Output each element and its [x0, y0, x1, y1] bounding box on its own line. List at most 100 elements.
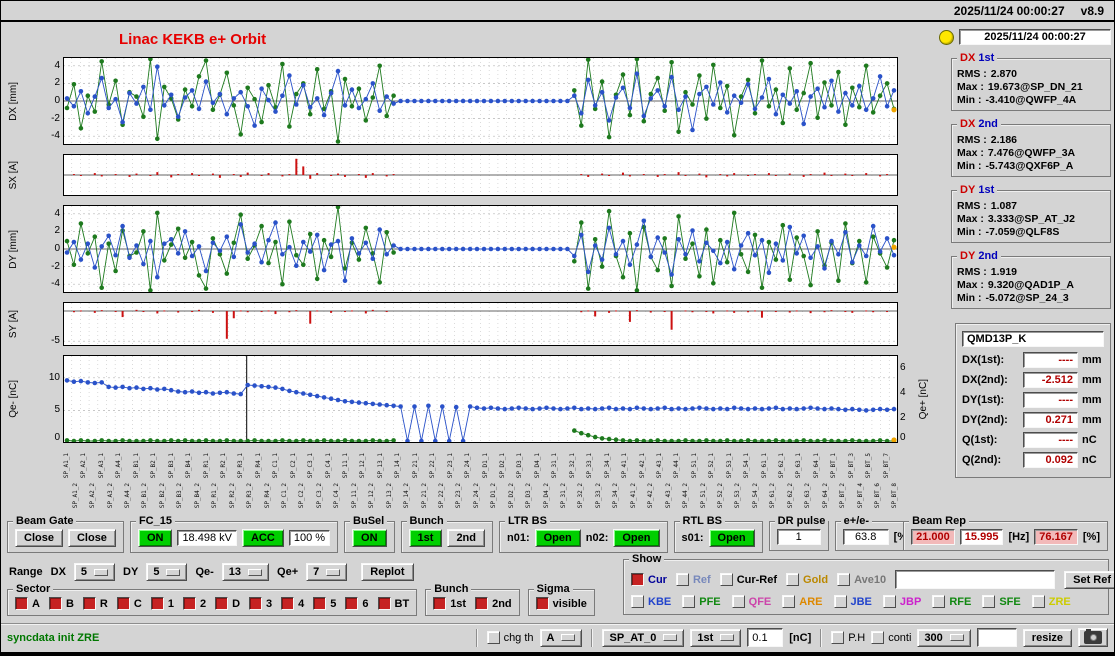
- replot-button[interactable]: Replot: [361, 563, 414, 581]
- toggle-box[interactable]: [731, 595, 745, 608]
- busel-on-button[interactable]: ON: [352, 529, 387, 547]
- toggle-b[interactable]: B: [48, 597, 74, 610]
- toggle-gold[interactable]: Gold: [786, 573, 828, 586]
- threshold-input[interactable]: [747, 628, 784, 647]
- toggle-jbe[interactable]: JBE: [833, 595, 872, 608]
- beam-gate-close-button-2[interactable]: Close: [67, 529, 116, 547]
- bunch-1st-button[interactable]: 1st: [408, 529, 443, 547]
- toggle-box[interactable]: [871, 631, 885, 644]
- toggle-kbe[interactable]: KBE: [631, 595, 671, 608]
- toggle-c[interactable]: C: [116, 597, 142, 610]
- toggle-box[interactable]: [882, 595, 896, 608]
- toggle-1st[interactable]: 1st: [433, 597, 466, 610]
- toggle-2[interactable]: 2: [182, 597, 206, 610]
- bpm-label: SP_22_1: [429, 453, 437, 479]
- toggle-box[interactable]: [1031, 595, 1045, 608]
- option-menu-glyph: [326, 568, 341, 576]
- toggle-box[interactable]: [631, 595, 644, 608]
- toggle-box[interactable]: [719, 573, 733, 586]
- beam-gate-close-button-1[interactable]: Close: [15, 529, 63, 547]
- toggle-zre[interactable]: ZRE: [1031, 595, 1071, 608]
- toggle-box[interactable]: [675, 573, 689, 586]
- toggle-3[interactable]: 3: [249, 597, 272, 610]
- screenshot-button[interactable]: [1078, 628, 1108, 647]
- toggle-box[interactable]: [833, 595, 847, 608]
- toggle-are[interactable]: ARE: [782, 595, 823, 608]
- toggle-box[interactable]: [281, 597, 295, 610]
- toggle-r[interactable]: R: [82, 597, 108, 610]
- toggle-box[interactable]: [116, 597, 130, 610]
- device-select[interactable]: SP_AT_0: [602, 628, 685, 647]
- mode-select[interactable]: A: [539, 628, 583, 647]
- toggle-d[interactable]: D: [215, 597, 240, 610]
- conti-toggle[interactable]: conti: [871, 631, 911, 644]
- toggle-box[interactable]: [215, 597, 229, 610]
- toggle-box[interactable]: [345, 597, 359, 610]
- dr-pulse-field[interactable]: 1: [776, 529, 821, 545]
- set-ref-button[interactable]: Set Ref: [1064, 570, 1114, 589]
- toggle-cur[interactable]: Cur: [631, 573, 667, 586]
- toggle-box[interactable]: [535, 597, 549, 610]
- toggle-box[interactable]: [782, 595, 796, 608]
- stat-group-dx-2nd: DX 2nd RMS :2.186 Max :7.476@QWFP_3A Min :-…: [951, 118, 1111, 177]
- toggle-5[interactable]: 5: [313, 597, 336, 610]
- fc15-acc-button[interactable]: ACC: [241, 529, 284, 547]
- toggle-box[interactable]: [150, 597, 164, 610]
- toggle-box[interactable]: [631, 573, 644, 586]
- monitor-name-field[interactable]: QMD13P_K: [962, 331, 1104, 347]
- toggle-box[interactable]: [82, 597, 96, 610]
- toggle-ave10[interactable]: Ave10: [837, 573, 886, 586]
- option-menu-glyph: [561, 634, 576, 641]
- toggle-visible[interactable]: visible: [535, 597, 587, 610]
- toggle-pfe[interactable]: PFE: [682, 595, 721, 608]
- toggle-box[interactable]: [932, 595, 946, 608]
- toggle-rfe[interactable]: RFE: [932, 595, 971, 608]
- count-select[interactable]: 300: [917, 628, 971, 647]
- toggle-box[interactable]: [15, 597, 28, 610]
- toggle-6[interactable]: 6: [345, 597, 369, 610]
- toggle-box[interactable]: [682, 595, 696, 608]
- range-qep-select[interactable]: 7: [306, 563, 348, 581]
- toggle-box[interactable]: [475, 597, 489, 610]
- toggle-box[interactable]: [837, 573, 851, 586]
- set-ref-input[interactable]: [895, 570, 1056, 589]
- range-dy-select[interactable]: 5: [146, 563, 188, 581]
- bpm-label: SP_D3_2: [525, 483, 533, 509]
- ph-toggle[interactable]: P.H: [831, 631, 865, 644]
- chg-th-toggle[interactable]: chg th: [486, 631, 534, 644]
- toggle-cur-ref[interactable]: Cur-Ref: [719, 573, 777, 586]
- range-dx-select[interactable]: 5: [73, 563, 116, 581]
- bunch-select[interactable]: 1st: [690, 628, 742, 647]
- toggle-box[interactable]: [377, 597, 391, 610]
- ltr-n01-open-button[interactable]: Open: [534, 529, 581, 547]
- rtl-s01-open-button[interactable]: Open: [708, 529, 755, 547]
- toggle-bt[interactable]: BT: [377, 597, 409, 610]
- bunch-2nd-button[interactable]: 2nd: [447, 529, 485, 547]
- bpm-label: SP_B3_1: [167, 453, 175, 479]
- bpm-label-band: SP_A1_1 SP_A1_2 SP_A2_1 SP_A2_2 SP_A3_1 SP_A3…: [63, 452, 901, 514]
- resize-button[interactable]: resize: [1022, 628, 1072, 647]
- toggle-a[interactable]: A: [15, 597, 40, 610]
- fc15-on-button[interactable]: ON: [137, 529, 173, 547]
- toggle-qfe[interactable]: QFE: [731, 595, 771, 608]
- toggle-box[interactable]: [249, 597, 263, 610]
- range-qem-select[interactable]: 13: [221, 563, 270, 581]
- toggle-box[interactable]: [982, 595, 996, 608]
- ltr-n02-open-button[interactable]: Open: [613, 529, 660, 547]
- beam-rep-label: Beam Rep: [909, 515, 969, 528]
- toggle-sfe[interactable]: SFE: [982, 595, 1021, 608]
- extra-input[interactable]: [976, 628, 1017, 647]
- toggle-1[interactable]: 1: [150, 597, 174, 610]
- toggle-box[interactable]: [48, 597, 62, 610]
- toggle-box[interactable]: [433, 597, 447, 610]
- toggle-box[interactable]: [313, 597, 327, 610]
- toggle-box[interactable]: [831, 631, 845, 644]
- toggle-jbp[interactable]: JBP: [882, 595, 921, 608]
- toggle-label: R: [99, 597, 108, 610]
- toggle-box[interactable]: [182, 597, 196, 610]
- toggle-ref[interactable]: Ref: [675, 573, 711, 586]
- toggle-4[interactable]: 4: [281, 597, 304, 610]
- toggle-2nd[interactable]: 2nd: [475, 597, 512, 610]
- toggle-box[interactable]: [486, 631, 500, 644]
- toggle-box[interactable]: [786, 573, 800, 586]
